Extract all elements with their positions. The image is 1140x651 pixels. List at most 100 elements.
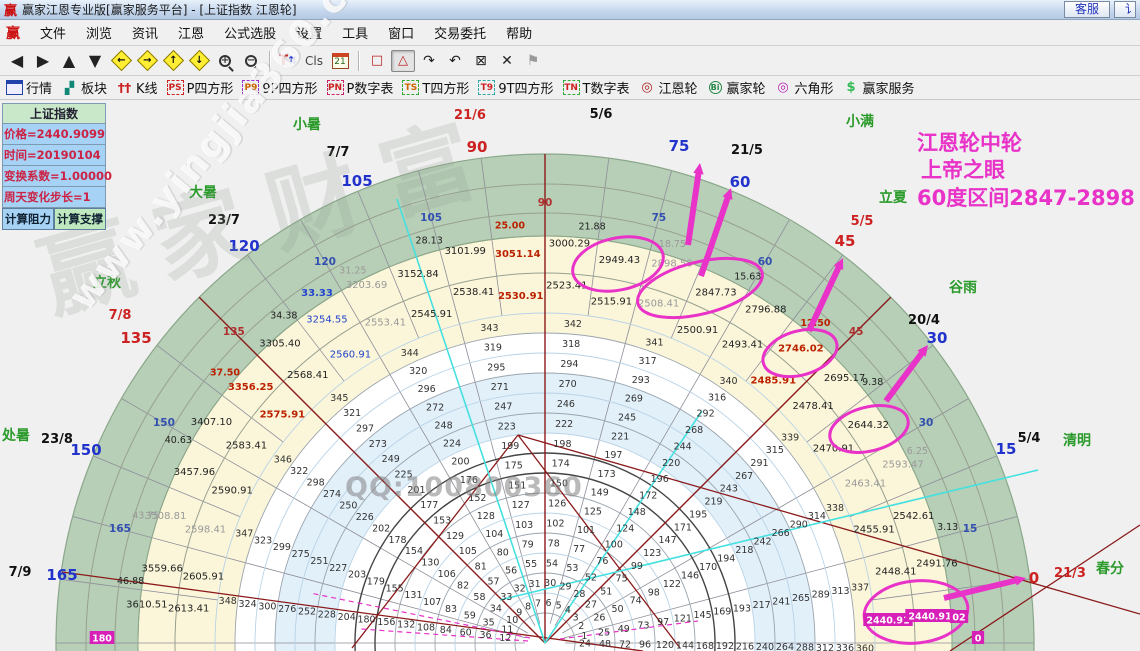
svg-text:294: 294 bbox=[560, 359, 578, 370]
svg-text:75: 75 bbox=[669, 137, 690, 155]
svg-text:31.25: 31.25 bbox=[339, 266, 366, 277]
svg-text:清明: 清明 bbox=[1063, 432, 1091, 449]
svg-text:169: 169 bbox=[713, 607, 731, 618]
svg-text:24: 24 bbox=[579, 639, 591, 650]
svg-text:立夏: 立夏 bbox=[879, 189, 908, 206]
svg-text:268: 268 bbox=[685, 425, 703, 436]
svg-text:2491.76: 2491.76 bbox=[916, 558, 957, 569]
svg-text:0: 0 bbox=[975, 634, 982, 645]
svg-text:小暑: 小暑 bbox=[293, 117, 321, 133]
svg-text:125: 125 bbox=[584, 506, 602, 517]
svg-text:30: 30 bbox=[927, 329, 948, 347]
svg-text:80: 80 bbox=[497, 547, 509, 558]
svg-text:129: 129 bbox=[446, 531, 464, 542]
svg-text:180: 180 bbox=[357, 615, 375, 626]
svg-text:203: 203 bbox=[348, 570, 366, 581]
svg-text:7/7: 7/7 bbox=[327, 145, 350, 160]
svg-text:224: 224 bbox=[443, 439, 461, 450]
svg-text:154: 154 bbox=[405, 546, 423, 557]
svg-text:74: 74 bbox=[630, 596, 642, 607]
svg-text:3457.96: 3457.96 bbox=[174, 467, 215, 478]
svg-text:53: 53 bbox=[566, 563, 578, 574]
svg-text:105: 105 bbox=[341, 172, 372, 190]
svg-text:244: 244 bbox=[674, 441, 692, 452]
svg-text:2605.91: 2605.91 bbox=[183, 572, 224, 583]
svg-text:250: 250 bbox=[339, 500, 357, 511]
svg-text:216: 216 bbox=[736, 641, 754, 651]
param-row-1: 时间=20190104 bbox=[2, 145, 106, 166]
svg-text:15: 15 bbox=[963, 523, 978, 535]
svg-text:340: 340 bbox=[719, 376, 737, 387]
svg-text:30: 30 bbox=[544, 578, 556, 589]
svg-text:120: 120 bbox=[314, 256, 336, 268]
svg-text:145: 145 bbox=[693, 610, 711, 621]
svg-text:96: 96 bbox=[639, 640, 651, 651]
svg-text:7/9: 7/9 bbox=[9, 565, 32, 580]
calc-resistance-button[interactable]: 计算阻力 bbox=[2, 208, 54, 230]
svg-text:2593.47: 2593.47 bbox=[882, 460, 923, 471]
svg-text:202: 202 bbox=[372, 523, 390, 534]
svg-text:339: 339 bbox=[781, 432, 799, 443]
svg-text:3305.40: 3305.40 bbox=[259, 338, 300, 349]
svg-text:56: 56 bbox=[505, 565, 517, 576]
svg-text:2949.43: 2949.43 bbox=[599, 255, 640, 266]
svg-text:178: 178 bbox=[388, 535, 406, 546]
svg-text:321: 321 bbox=[343, 408, 361, 419]
svg-text:267: 267 bbox=[735, 471, 753, 482]
svg-text:大暑: 大暑 bbox=[189, 184, 217, 201]
svg-text:105: 105 bbox=[459, 546, 477, 557]
svg-text:2508.41: 2508.41 bbox=[638, 299, 679, 310]
svg-text:312: 312 bbox=[816, 643, 834, 651]
svg-text:130: 130 bbox=[421, 558, 439, 569]
svg-text:168: 168 bbox=[696, 641, 714, 651]
svg-text:23/8: 23/8 bbox=[41, 432, 73, 447]
svg-text:291: 291 bbox=[750, 458, 768, 469]
svg-text:2613.41: 2613.41 bbox=[168, 604, 209, 615]
svg-text:297: 297 bbox=[356, 424, 374, 435]
svg-text:179: 179 bbox=[367, 576, 385, 587]
svg-text:135: 135 bbox=[223, 326, 245, 338]
svg-text:21.88: 21.88 bbox=[578, 222, 605, 233]
svg-text:299: 299 bbox=[273, 542, 291, 553]
svg-text:3203.69: 3203.69 bbox=[346, 280, 387, 291]
svg-text:120: 120 bbox=[656, 640, 674, 651]
svg-text:25: 25 bbox=[598, 628, 610, 639]
svg-text:249: 249 bbox=[382, 454, 400, 465]
svg-text:20/4: 20/4 bbox=[908, 313, 940, 328]
svg-text:3101.99: 3101.99 bbox=[445, 246, 486, 257]
svg-text:55: 55 bbox=[525, 559, 537, 570]
svg-text:春分: 春分 bbox=[1095, 560, 1124, 577]
symbol-name: 上证指数 bbox=[2, 103, 106, 124]
svg-text:34: 34 bbox=[490, 604, 502, 615]
svg-text:2440.91: 2440.91 bbox=[866, 616, 909, 627]
svg-text:2644.32: 2644.32 bbox=[848, 420, 889, 431]
svg-text:150: 150 bbox=[70, 441, 101, 459]
svg-text:3254.55: 3254.55 bbox=[306, 315, 347, 326]
svg-text:165: 165 bbox=[109, 523, 131, 535]
svg-text:3.13: 3.13 bbox=[937, 522, 958, 533]
svg-text:270: 270 bbox=[559, 379, 577, 390]
svg-text:处暑: 处暑 bbox=[1, 427, 30, 444]
svg-text:103: 103 bbox=[515, 520, 533, 531]
svg-text:18.75: 18.75 bbox=[659, 239, 686, 250]
svg-text:82: 82 bbox=[457, 581, 469, 592]
svg-text:36: 36 bbox=[479, 630, 491, 641]
svg-text:313: 313 bbox=[831, 586, 849, 597]
svg-text:276: 276 bbox=[278, 604, 296, 615]
svg-text:33.33: 33.33 bbox=[301, 288, 333, 299]
svg-text:223: 223 bbox=[498, 421, 516, 432]
svg-text:23/7: 23/7 bbox=[208, 213, 240, 228]
svg-text:265: 265 bbox=[792, 593, 810, 604]
svg-text:2590.91: 2590.91 bbox=[212, 485, 253, 496]
svg-text:6.25: 6.25 bbox=[907, 446, 928, 457]
svg-text:3610.51: 3610.51 bbox=[126, 600, 167, 611]
svg-text:337: 337 bbox=[851, 582, 869, 593]
calc-support-button[interactable]: 计算支撑 bbox=[54, 208, 106, 230]
svg-text:175: 175 bbox=[505, 461, 523, 472]
svg-text:344: 344 bbox=[401, 348, 419, 359]
svg-text:2695.17: 2695.17 bbox=[824, 373, 865, 384]
svg-text:3: 3 bbox=[573, 612, 579, 623]
symbol-params: 价格=2440.9099 时间=20190104 变换系数=1.00000 周天变化步… bbox=[2, 124, 112, 208]
note-line-0: 江恩轮中轮 bbox=[917, 131, 1022, 155]
gann-wheel-canvas[interactable]: 2491.762542.612593.472644.322695.172746.… bbox=[0, 0, 1140, 651]
